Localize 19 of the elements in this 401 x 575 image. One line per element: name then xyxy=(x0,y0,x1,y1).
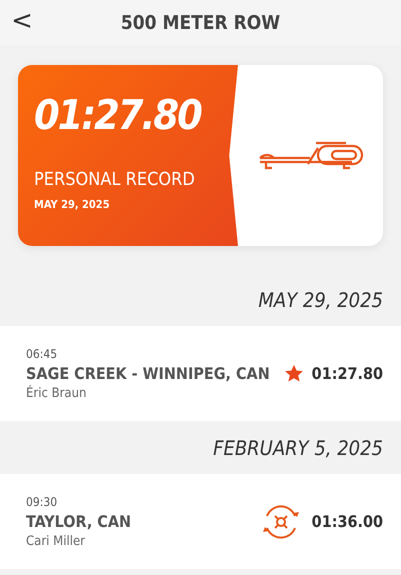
back-button[interactable]: < xyxy=(0,6,36,40)
star-icon xyxy=(284,364,304,383)
record-date: MAY 29, 2025 xyxy=(34,198,111,211)
session-result: 01:36.00 xyxy=(312,512,383,531)
coach-name: Éric Braun xyxy=(26,386,88,400)
session-result: 01:27.80 xyxy=(312,364,383,383)
page-title: 500 METER ROW xyxy=(120,12,282,34)
session-row[interactable]: 09:30 TAYLOR, CAN Cari Miller 01:36.00 xyxy=(0,474,401,569)
session-date: FEBRUARY 5, 2025 xyxy=(213,436,383,460)
rowing-machine-icon xyxy=(258,140,364,172)
session-date: MAY 29, 2025 xyxy=(258,288,383,312)
record-time: 01:27.80 xyxy=(34,90,201,141)
session-location: TAYLOR, CAN xyxy=(26,512,132,530)
record-label: PERSONAL RECORD xyxy=(34,169,196,190)
coach-name: Cari Miller xyxy=(26,534,86,548)
session-time: 06:45 xyxy=(26,346,58,360)
session-location: SAGE CREEK - WINNIPEG, CAN xyxy=(26,364,271,382)
session-row[interactable]: 06:45 SAGE CREEK - WINNIPEG, CAN Éric Braun 01:27.80 xyxy=(0,326,401,421)
session-time: 09:30 xyxy=(26,494,58,508)
